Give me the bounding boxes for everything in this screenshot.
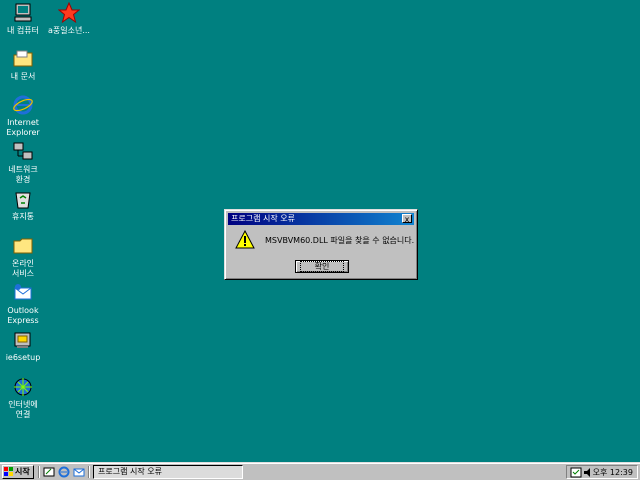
task-label: 프로그램 시작 오류 [98,467,162,476]
desktop-icon-online-services[interactable]: 온라인 서비스 [0,235,46,279]
desktop-icon-label: 온라인 서비스 [11,259,35,278]
desktop-icon-label: ie6setup [5,353,41,362]
internet-explorer-icon [13,95,33,115]
star-icon [58,2,80,24]
ok-button[interactable]: 확인 [295,260,349,273]
desktop-icon-label: 내 문서 [10,72,36,81]
outlook-express-icon [14,284,32,300]
connect-internet-icon [14,378,32,396]
desktop-icon-label: Outlook Express [7,306,39,325]
taskbar-separator [88,466,90,478]
folder-icon [13,50,33,67]
ok-button-label: 확인 [299,261,345,272]
system-tray: 오후 12:39 [566,465,638,479]
desktop-icon-connect-internet[interactable]: 인터넷에 연결 [0,376,46,420]
internet-explorer-icon[interactable] [58,466,70,478]
desktop-icon-label: Internet Explorer [6,118,40,137]
desktop-icon-my-computer[interactable]: 내 컴퓨터 [0,2,46,36]
desktop-icon-label: 인터넷에 연결 [8,400,38,419]
taskbar: 시작 프로그램 시작 오류 오후 12:39 [0,462,640,480]
dialog-titlebar[interactable]: 프로그램 시작 오류 x [228,213,414,225]
show-desktop-icon[interactable] [43,466,55,478]
desktop-icon-label: 내 컴퓨터 [7,26,39,35]
warning-icon [235,230,255,249]
windows-logo-icon [4,467,13,476]
desktop-icon-label: 휴지통 [11,212,35,221]
desktop-icon-ie6setup[interactable]: ie6setup [0,329,46,363]
desktop-icon-recycle-bin[interactable]: 휴지통 [0,188,46,222]
network-icon [13,142,33,160]
computer-icon [14,3,32,22]
folder-icon [13,238,33,254]
desktop-icon-my-documents[interactable]: 내 문서 [0,48,46,82]
start-button[interactable]: 시작 [2,465,34,479]
dialog-message: MSVBVM60.DLL 파일을 찾을 수 없습니다. [265,236,415,245]
desktop-icon-outlook-express[interactable]: Outlook Express [0,282,46,326]
desktop-icon-network[interactable]: 네트워크 환경 [0,141,46,185]
clock[interactable]: 오후 12:39 [593,467,633,478]
close-icon: x [404,215,410,224]
desktop-icon-internet-explorer[interactable]: Internet Explorer [0,94,46,138]
desktop-icon-label: a풍일소년... [48,26,90,35]
start-label: 시작 [15,467,30,476]
recycle-bin-icon [15,192,31,209]
taskbar-item-error-dialog[interactable]: 프로그램 시작 오류 [93,465,243,479]
outlook-express-icon[interactable] [73,466,85,478]
error-dialog: 프로그램 시작 오류 x MSVBVM60.DLL 파일을 찾을 수 없습니다.… [224,209,418,280]
desktop-icon-shortcut-star[interactable]: a풍일소년... [46,2,92,36]
dialog-title: 프로그램 시작 오류 [231,214,295,223]
taskbar-separator [38,466,40,478]
setup-icon [14,332,31,348]
desktop-icon-label: 네트워크 환경 [8,165,38,184]
scheduler-icon[interactable] [570,467,582,478]
close-button[interactable]: x [402,214,412,224]
